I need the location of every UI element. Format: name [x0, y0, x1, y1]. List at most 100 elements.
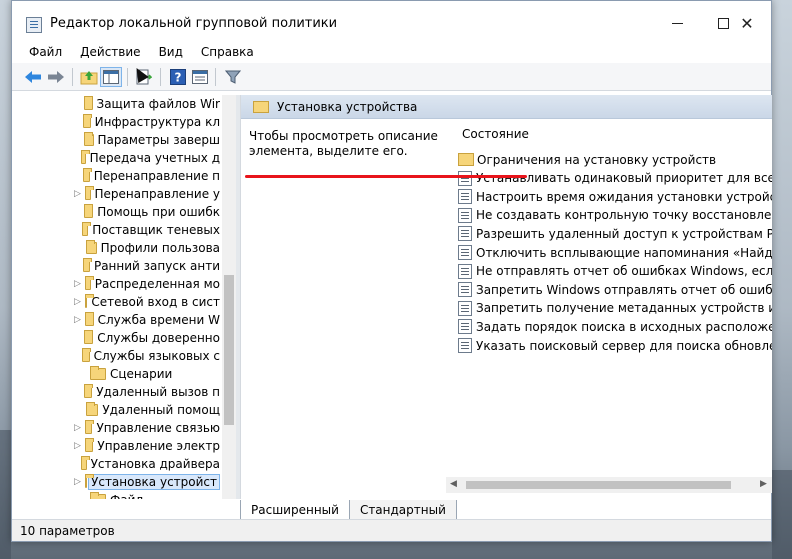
tree-item-label: Помощь при ошибк: [97, 205, 220, 219]
details-header: Установка устройства: [241, 95, 772, 119]
expand-arrow-icon[interactable]: ▷: [74, 441, 81, 451]
back-arrow-icon: [25, 71, 41, 83]
list-item-policy[interactable]: Запретить получение метаданных устройств…: [458, 299, 772, 318]
tree-item[interactable]: ▷ Сетевой вход в сист: [20, 293, 220, 311]
tree-item-label: Профили пользова: [100, 241, 220, 255]
list-item-policy[interactable]: Устанавливать одинаковый приоритет для в…: [458, 169, 772, 188]
tree-item-label: Файл: [110, 493, 143, 499]
list-horizontal-scrollbar[interactable]: ◀ ▶: [446, 477, 772, 493]
tree-vertical-scrollbar[interactable]: [222, 95, 236, 499]
folder-icon: [83, 384, 93, 398]
list-item-label: Указать поисковый сервер для поиска обно…: [476, 338, 772, 353]
folder-icon: [84, 474, 95, 488]
list-item-label: Запретить получение метаданных устройств…: [476, 301, 772, 316]
tree-item[interactable]: Защита файлов Wir: [20, 95, 220, 113]
tree-item[interactable]: Профили пользова: [20, 239, 220, 257]
tree-item[interactable]: Удаленный вызов п: [20, 383, 220, 401]
tree-item-label: Перенаправление п: [93, 169, 220, 183]
menu-action[interactable]: Действие: [71, 45, 149, 59]
menu-file[interactable]: Файл: [20, 45, 71, 59]
list-item-label: Устанавливать одинаковый приоритет для в…: [476, 171, 772, 186]
expand-arrow-icon[interactable]: ▷: [74, 423, 81, 433]
menu-help[interactable]: Справка: [192, 45, 263, 59]
tree-item[interactable]: Сценарии: [20, 365, 220, 383]
settings-list: Состояние Ограничения на установку устро…: [446, 119, 772, 477]
forward-button[interactable]: [45, 67, 67, 87]
details-title: Установка устройства: [277, 99, 418, 114]
back-button[interactable]: [22, 67, 44, 87]
folder-icon: [85, 240, 97, 254]
tree-item-label: Удаленный помощ: [102, 403, 220, 417]
policy-setting-icon: [458, 245, 472, 260]
list-item-folder[interactable]: Ограничения на установку устройств: [458, 150, 772, 169]
tab-standard[interactable]: Стандартный: [348, 500, 457, 520]
tree-item[interactable]: Передача учетных д: [20, 149, 220, 167]
tree-item[interactable]: Перенаправление п: [20, 167, 220, 185]
folder-icon: [90, 366, 106, 380]
desktop-background: [0, 430, 11, 559]
scrollbar-thumb[interactable]: [466, 481, 731, 489]
folder-icon: [82, 168, 92, 182]
close-button[interactable]: ✕: [723, 9, 771, 37]
tree-item[interactable]: Удаленный помощ: [20, 401, 220, 419]
toolbar-separator: [215, 68, 216, 86]
folder-icon: [82, 258, 93, 272]
tree-item[interactable]: ▷ Управление связью: [20, 419, 220, 437]
tree-item[interactable]: ▷ Управление электр: [20, 437, 220, 455]
scroll-right-icon[interactable]: ▶: [760, 479, 767, 489]
list-item-policy[interactable]: Не отправлять отчет об ошибках Windows, …: [458, 262, 772, 281]
toolbar: ?: [12, 63, 771, 91]
show-hide-tree-button[interactable]: [100, 67, 122, 87]
tree-item[interactable]: Установка драйвера: [20, 455, 220, 473]
tree-item[interactable]: ▷ Перенаправление у: [20, 185, 220, 203]
scrollbar-thumb[interactable]: [224, 275, 234, 425]
column-header-state[interactable]: Состояние: [462, 127, 529, 141]
list-item-policy[interactable]: Запретить Windows отправлять отчет об ош…: [458, 280, 772, 299]
expand-arrow-icon[interactable]: ▷: [74, 315, 81, 325]
navigation-tree[interactable]: Защита файлов Wir Инфраструктура кл Параме…: [20, 95, 222, 499]
policy-setting-icon: [458, 170, 472, 186]
toolbar-separator: [160, 68, 161, 86]
folder-icon: [84, 204, 94, 218]
expand-arrow-icon[interactable]: ▷: [74, 189, 81, 199]
tree-item[interactable]: Службы языковых с: [20, 347, 220, 365]
help-button[interactable]: ?: [167, 67, 189, 87]
tree-item-label: Управление связью: [96, 421, 220, 435]
tree-item[interactable]: Ранний запуск анти: [20, 257, 220, 275]
folder-icon: [81, 456, 90, 470]
tab-extended[interactable]: Расширенный: [240, 500, 350, 520]
close-icon: ✕: [740, 13, 754, 33]
folder-icon: [82, 348, 92, 362]
list-item-policy[interactable]: Задать порядок поиска в исходных располо…: [458, 317, 772, 336]
filter-button[interactable]: [222, 67, 244, 87]
tree-item[interactable]: Поставщик теневых: [20, 221, 220, 239]
expand-arrow-icon[interactable]: ▷: [74, 279, 81, 289]
filter-icon: [225, 70, 241, 84]
tree-item[interactable]: Инфраструктура кл: [20, 113, 220, 131]
up-level-button[interactable]: [78, 67, 100, 87]
tree-item-label: Поставщик теневых: [92, 223, 220, 237]
tree-item[interactable]: Параметры заверш: [20, 131, 220, 149]
tree-item[interactable]: Помощь при ошибк: [20, 203, 220, 221]
tree-item[interactable]: ▷ Служба времени W: [20, 311, 220, 329]
list-item-policy[interactable]: Указать поисковый сервер для поиска обно…: [458, 336, 772, 355]
minimize-button[interactable]: [654, 9, 700, 37]
scroll-left-icon[interactable]: ◀: [450, 479, 457, 489]
folder-icon: [81, 222, 92, 236]
list-item-policy[interactable]: Отключить всплывающие напоминания «Найде…: [458, 243, 772, 262]
list-item-policy[interactable]: Настроить время ожидания установки устро…: [458, 187, 772, 206]
tree-item[interactable]: Службы доверенно: [20, 329, 220, 347]
menu-view[interactable]: Вид: [150, 45, 192, 59]
tree-item[interactable]: Файл: [20, 491, 220, 499]
toolbar-separator: [127, 68, 128, 86]
tree-item[interactable]: ▷ Установка устройст: [20, 473, 220, 491]
desktop-mountain: [772, 470, 792, 559]
policy-setting-icon: [458, 189, 472, 205]
up-folder-icon: [80, 71, 98, 85]
properties-button[interactable]: [189, 67, 211, 87]
expand-arrow-icon[interactable]: ▷: [74, 477, 81, 487]
expand-arrow-icon[interactable]: ▷: [74, 297, 81, 307]
list-item-policy[interactable]: Разрешить удаленный доступ к устройствам…: [458, 224, 772, 243]
list-item-policy[interactable]: Не создавать контрольную точку восстанов…: [458, 206, 772, 225]
tree-item[interactable]: ▷ Распределенная мо: [20, 275, 220, 293]
